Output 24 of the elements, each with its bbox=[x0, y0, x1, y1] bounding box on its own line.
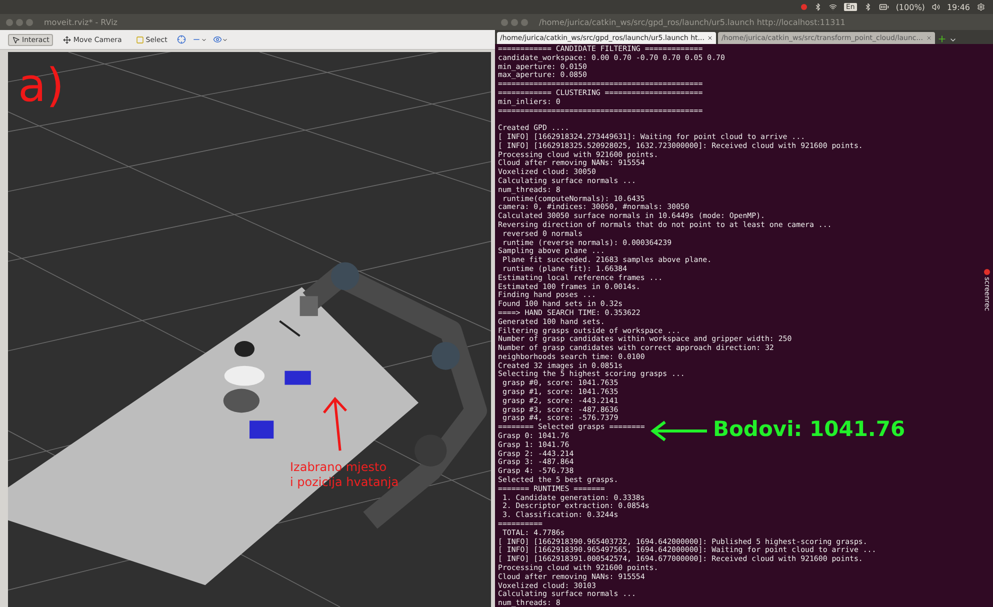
annotation-arrow bbox=[322, 396, 348, 451]
select-icon bbox=[136, 36, 144, 44]
eye-dropdown-icon[interactable] bbox=[213, 35, 228, 44]
add-tab-icon[interactable] bbox=[936, 34, 947, 44]
annotation-arrow bbox=[649, 420, 709, 442]
figure-label: a) bbox=[18, 62, 64, 108]
caret-icon[interactable] bbox=[948, 36, 957, 44]
pointer-icon bbox=[12, 36, 20, 44]
close-icon[interactable] bbox=[707, 35, 714, 41]
window-title: /home/jurica/catkin_ws/src/gpd_ros/launch/ur5.launch http://localhost:11311 bbox=[539, 18, 846, 26]
window-title: moveit.rviz* - RViz bbox=[44, 18, 118, 26]
bluetooth-icon[interactable] bbox=[864, 3, 872, 11]
volume-icon[interactable] bbox=[932, 3, 940, 11]
move-icon bbox=[63, 36, 72, 44]
record-icon[interactable] bbox=[800, 4, 807, 10]
bluetooth-icon[interactable] bbox=[814, 3, 822, 11]
battery-icon[interactable] bbox=[878, 2, 889, 12]
battery-percentage: (100%) bbox=[896, 2, 925, 12]
clock[interactable]: 19:46 bbox=[946, 2, 970, 12]
wifi-icon[interactable] bbox=[828, 3, 837, 11]
settings-icon[interactable] bbox=[977, 3, 985, 11]
record-icon bbox=[984, 269, 990, 275]
crosshair-icon[interactable] bbox=[177, 35, 186, 44]
score-annotation: Bodovi: 1041.76 bbox=[713, 417, 906, 441]
